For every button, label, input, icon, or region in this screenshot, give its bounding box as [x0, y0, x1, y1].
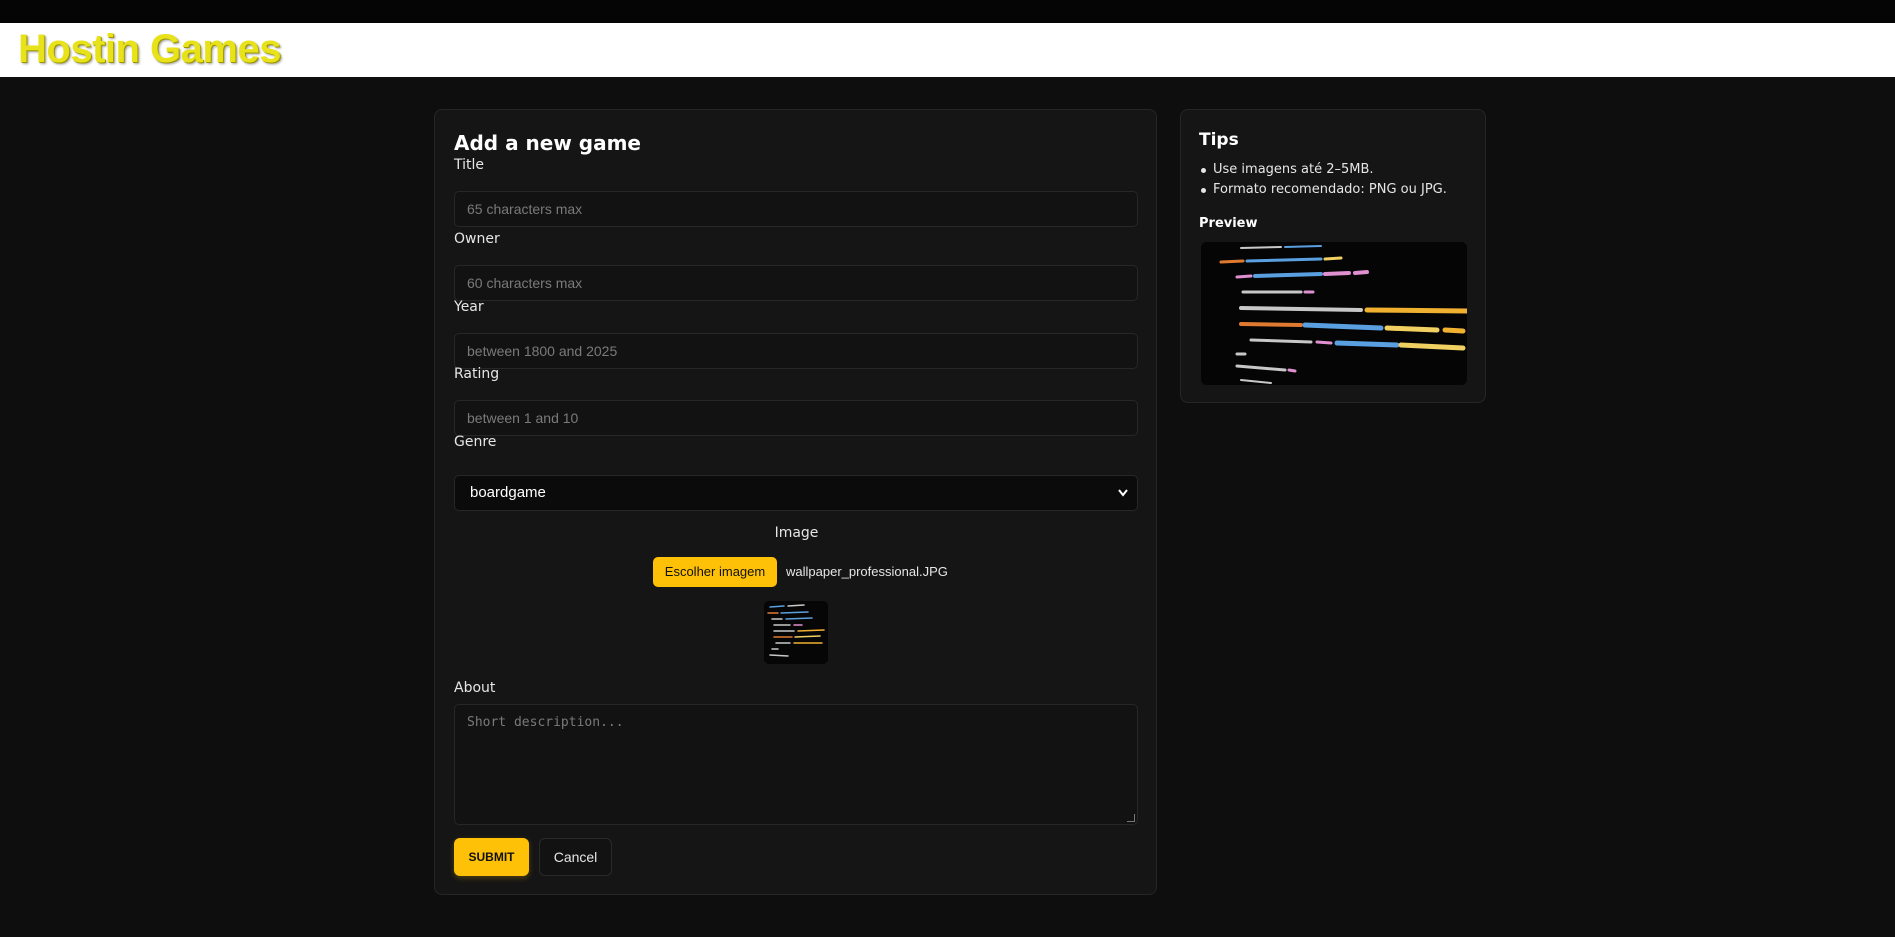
tips-panel: Tips Use imagens até 2–5MB. Formato reco… [1180, 109, 1486, 403]
form-title: Add a new game [454, 131, 641, 155]
submit-button[interactable]: SUBMIT [454, 838, 529, 876]
image-label: Image [774, 525, 819, 541]
tips-title: Tips [1199, 130, 1239, 150]
about-label: About [454, 680, 496, 696]
genre-select[interactable]: boardgame [454, 475, 1138, 511]
choose-image-button[interactable]: Escolher imagem [653, 557, 777, 587]
rating-label: Rating [454, 366, 500, 382]
title-input[interactable]: 65 characters max [454, 191, 1138, 227]
image-thumbnail [764, 601, 828, 664]
tips-list: Use imagens até 2–5MB. Formato recomenda… [1199, 160, 1479, 200]
preview-image [1201, 242, 1467, 385]
resize-handle-icon[interactable] [1127, 814, 1135, 822]
about-textarea[interactable]: Short description... [454, 704, 1138, 825]
owner-input[interactable]: 60 characters max [454, 265, 1138, 301]
tip-item: Use imagens até 2–5MB. [1199, 160, 1479, 180]
year-label: Year [454, 299, 484, 315]
about-placeholder: Short description... [467, 715, 624, 730]
cancel-button[interactable]: Cancel [539, 838, 612, 876]
add-game-form: Add a new game Title 65 characters max O… [434, 109, 1157, 895]
year-input[interactable]: between 1800 and 2025 [454, 333, 1138, 369]
genre-selected-value: boardgame [470, 484, 546, 501]
chevron-down-icon [1117, 476, 1129, 523]
brand-logo[interactable]: Hostin Games [18, 27, 281, 72]
rating-input[interactable]: between 1 and 10 [454, 400, 1138, 436]
owner-label: Owner [454, 231, 500, 247]
selected-file-name: wallpaper_professional.JPG [786, 564, 948, 579]
top-strip [0, 0, 1895, 23]
tip-item: Formato recomendado: PNG ou JPG. [1199, 180, 1479, 200]
title-label: Title [454, 157, 485, 173]
preview-label: Preview [1199, 216, 1258, 231]
genre-label: Genre [454, 434, 497, 450]
site-header: Hostin Games [0, 23, 1895, 77]
